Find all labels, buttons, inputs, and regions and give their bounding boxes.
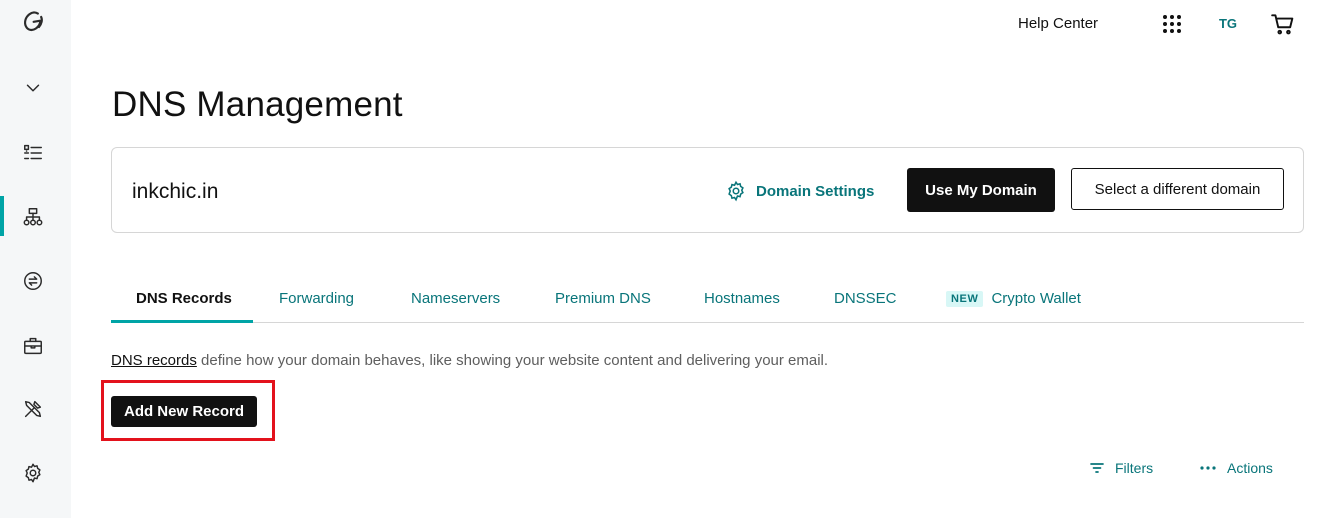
page-title: DNS Management: [112, 85, 403, 124]
godaddy-logo-icon[interactable]: [20, 9, 46, 35]
tab-forwarding[interactable]: Forwarding: [279, 290, 354, 307]
active-tab-underline: [111, 320, 253, 323]
dns-records-link[interactable]: DNS records: [111, 352, 197, 369]
transfer-icon[interactable]: [20, 268, 46, 294]
settings-icon[interactable]: [20, 460, 46, 486]
tools-icon[interactable]: [20, 396, 46, 422]
domain-card: inkchic.in Domain Settings Use My Domain…: [111, 147, 1304, 233]
gear-icon: [728, 180, 744, 202]
use-my-domain-button[interactable]: Use My Domain: [907, 168, 1055, 212]
select-different-domain-button[interactable]: Select a different domain: [1071, 168, 1284, 210]
briefcase-icon[interactable]: [20, 333, 46, 359]
tab-nameservers[interactable]: Nameservers: [411, 290, 500, 307]
actions-label: Actions: [1227, 460, 1273, 476]
domain-settings-label: Domain Settings: [756, 182, 875, 200]
filters-button[interactable]: Filters: [1089, 460, 1153, 476]
apps-grid-icon[interactable]: [1160, 12, 1184, 36]
add-new-record-button[interactable]: Add New Record: [111, 396, 257, 427]
tab-dns-records[interactable]: DNS Records: [136, 290, 232, 307]
help-center-link[interactable]: Help Center: [1018, 15, 1098, 32]
sidebar: [0, 0, 71, 518]
filters-label: Filters: [1115, 460, 1154, 476]
list-icon[interactable]: [20, 140, 46, 166]
more-dots-icon: [1200, 466, 1216, 470]
tab-crypto-wallet[interactable]: NEW Crypto Wallet: [946, 290, 1081, 307]
description-text: define how your domain behaves, like sho…: [196, 352, 829, 369]
active-indicator: [0, 196, 4, 236]
chevron-down-icon[interactable]: [20, 75, 46, 101]
domain-name: inkchic.in: [132, 180, 219, 203]
dns-tabs: DNS Records Forwarding Nameservers Premi…: [111, 280, 1304, 323]
new-badge: NEW: [946, 291, 984, 307]
tab-premium-dns[interactable]: Premium DNS: [555, 290, 651, 307]
tab-hostnames[interactable]: Hostnames: [704, 290, 780, 307]
filter-icon: [1090, 463, 1104, 473]
dns-sitemap-icon[interactable]: [20, 204, 46, 230]
tab-crypto-wallet-label: Crypto Wallet: [991, 290, 1081, 307]
tab-dnssec[interactable]: DNSSEC: [834, 290, 897, 307]
actions-button[interactable]: Actions: [1199, 460, 1273, 476]
cart-icon[interactable]: [1270, 11, 1296, 37]
domain-settings-link[interactable]: Domain Settings: [725, 180, 874, 202]
user-avatar[interactable]: TG: [1213, 13, 1243, 35]
dns-records-description: DNS records define how your domain behav…: [111, 352, 828, 369]
